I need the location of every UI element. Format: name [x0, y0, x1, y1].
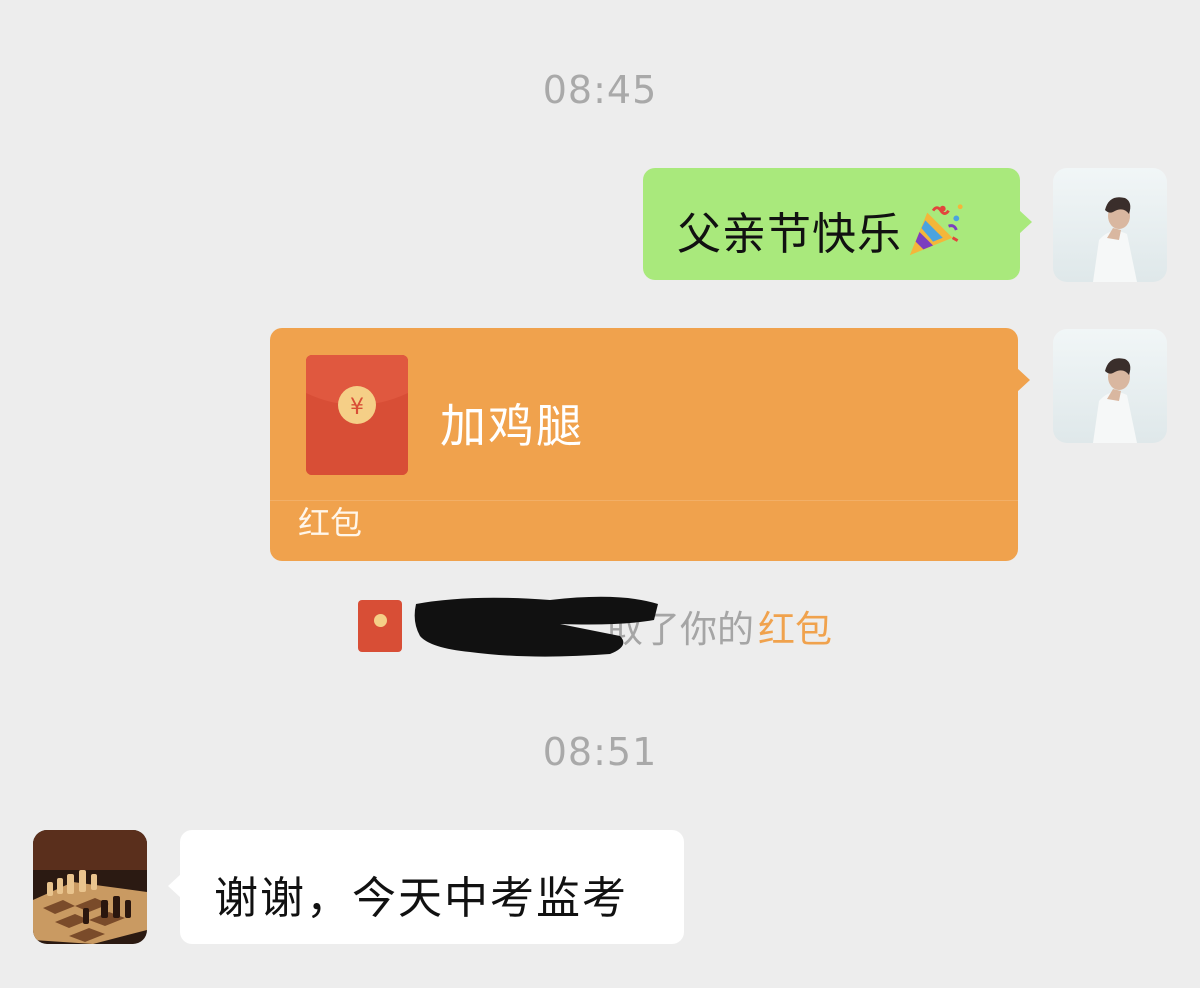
avatar-image — [1053, 329, 1167, 443]
outgoing-message-bubble[interactable]: 父亲节快乐 — [643, 168, 1032, 280]
my-avatar[interactable] — [1053, 168, 1167, 282]
red-packet-title: 加鸡腿 — [440, 399, 584, 453]
outgoing-message-text: 父亲节快乐 — [677, 209, 902, 260]
red-packet-message[interactable]: ¥ 加鸡腿 红包 — [270, 328, 1030, 561]
red-packet-footer-label: 红包 — [298, 504, 363, 542]
red-packet-icon: ¥ — [306, 355, 408, 475]
incoming-message-bubble[interactable]: 谢谢，今天中考监考 — [168, 830, 684, 944]
currency-symbol: ¥ — [350, 395, 364, 420]
red-packet-link[interactable]: 红包 — [758, 599, 832, 653]
outgoing-message-text-row: 父亲节快乐 — [677, 198, 966, 262]
red-packet-divider — [270, 500, 1018, 501]
friend-avatar[interactable] — [33, 830, 147, 944]
redacted-name — [410, 596, 660, 657]
chess-avatar-image — [33, 830, 147, 944]
timestamp-0845: 08:45 — [542, 68, 658, 112]
timestamp-0851: 08:51 — [542, 730, 658, 774]
incoming-message-text: 谢谢，今天中考监考 — [214, 873, 628, 924]
mini-red-packet-icon — [358, 600, 402, 652]
avatar-image — [1053, 168, 1167, 282]
my-avatar[interactable] — [1053, 329, 1167, 443]
red-packet-received-notice: 取了你的 红包 — [358, 596, 832, 657]
party-popper-icon — [909, 204, 963, 256]
